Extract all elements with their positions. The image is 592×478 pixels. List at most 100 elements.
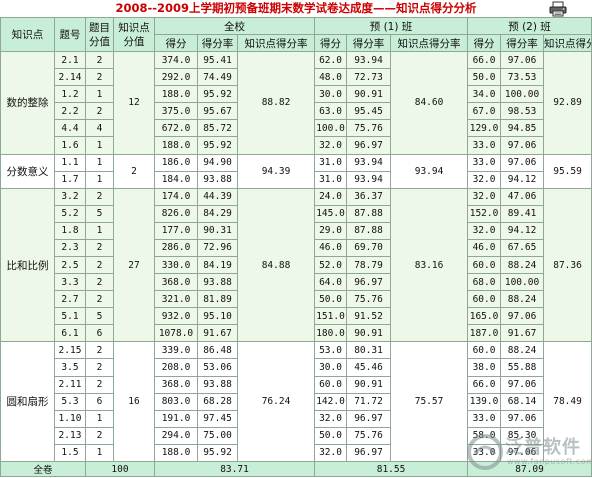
class2-score: 187.0 [467,324,502,343]
school-rate: 53.06 [197,358,238,377]
topic-score: 27 [113,187,155,343]
total-label: 全卷 [0,461,86,477]
school-rate: 44.39 [197,187,238,206]
header-class-1: 预 (1) 班 [314,17,469,35]
class1-rate: 93.94 [346,153,392,172]
school-rate: 93.88 [197,375,238,394]
header-question-number: 题号 [54,17,86,52]
class1-rate: 87.88 [346,221,392,240]
header-class2-score: 得分 [467,34,502,52]
class1-score: 50.0 [314,426,348,445]
class2-topic-rate: 87.36 [543,187,592,343]
class1-rate: 95.45 [346,102,392,121]
class1-rate: 71.72 [346,392,392,411]
header-class1-score: 得分 [314,34,348,52]
question-score: 2 [85,50,114,70]
class2-score: 46.0 [467,238,502,257]
school-score: 1078.0 [154,324,198,343]
header-question-score: 题目 分值 [85,17,114,52]
header-class-2: 预 (2) 班 [467,17,592,35]
class2-score: 139.0 [467,392,502,411]
printer-icon[interactable] [548,1,568,17]
school-score: 188.0 [154,85,198,104]
school-rate: 93.88 [197,273,238,292]
school-rate: 97.45 [197,409,238,428]
class2-rate: 94.12 [500,221,545,240]
school-score: 208.0 [154,358,198,377]
question-score: 2 [85,426,114,445]
question-score: 2 [85,375,114,394]
school-rate: 75.00 [197,426,238,445]
class2-rate: 97.06 [500,307,545,326]
class2-rate: 94.85 [500,119,545,138]
class1-score: 100.0 [314,119,348,138]
school-score: 330.0 [154,255,198,275]
question-number: 2.5 [54,255,86,275]
header-class2-rate: 得分率 [500,34,545,52]
question-score: 1 [85,443,114,463]
class1-rate: 96.97 [346,273,392,292]
question-score: 1 [85,136,114,155]
total-class1-rate: 81.55 [314,461,469,477]
school-rate: 95.92 [197,85,238,104]
class2-rate: 97.06 [500,50,545,70]
question-number: 1.1 [54,153,86,172]
class1-score: 52.0 [314,255,348,275]
question-score: 6 [85,392,114,411]
class1-rate: 45.46 [346,358,392,377]
school-topic-rate: 94.39 [236,153,316,189]
school-score: 191.0 [154,409,198,428]
table-row: 分数意义 1.1 1 2 186.0 94.90 94.39 31.0 93.94 93.94 33… [0,153,592,189]
class2-rate: 97.06 [500,136,545,155]
class2-score: 38.0 [467,358,502,377]
topic-name: 比和比例 [0,187,55,343]
class1-rate: 90.91 [346,324,392,343]
class2-score: 67.0 [467,102,502,121]
question-score: 2 [85,273,114,292]
question-number: 1.7 [54,170,86,189]
topic-name: 分数意义 [0,153,55,189]
class1-rate: 72.73 [346,68,392,87]
school-rate: 93.88 [197,170,238,189]
school-topic-rate: 76.24 [236,341,316,462]
topic-group: 比和比例 3.2 2 27 174.0 44.39 84.88 24.0 36.37 83.16 3… [0,187,592,343]
school-rate: 85.72 [197,119,238,138]
header-school-rate: 得分率 [197,34,238,52]
table-row: 比和比例 3.2 2 27 174.0 44.39 84.88 24.0 36.37 83.16 3… [0,187,592,343]
question-number: 2.3 [54,238,86,257]
class2-score: 33.0 [467,409,502,428]
class2-rate: 55.88 [500,358,545,377]
school-rate: 72.96 [197,238,238,257]
class1-rate: 78.79 [346,255,392,275]
class2-rate: 89.41 [500,204,545,223]
question-score: 1 [85,153,114,172]
class1-rate: 75.76 [346,119,392,138]
class1-rate: 96.97 [346,409,392,428]
question-number: 1.5 [54,443,86,463]
class2-rate: 98.53 [500,102,545,121]
class2-score: 32.0 [467,170,502,189]
class2-rate: 97.06 [500,153,545,172]
class2-score: 66.0 [467,375,502,394]
table-row: 圆和扇形 2.15 2 16 339.0 86.48 76.24 53.0 80.31 75.57… [0,341,592,462]
question-number: 2.7 [54,290,86,309]
header-class2-topic-rate: 知识点得分率 [543,34,592,52]
question-score: 1 [85,221,114,240]
class2-score: 129.0 [467,119,502,138]
topic-name: 数的整除 [0,51,55,155]
class2-score: 34.0 [467,85,502,104]
school-score: 286.0 [154,238,198,257]
class1-rate: 75.76 [346,426,392,445]
question-number: 4.4 [54,119,86,138]
question-number: 5.2 [54,204,86,223]
school-score: 186.0 [154,153,198,172]
school-rate: 94.90 [197,153,238,172]
class1-rate: 87.88 [346,204,392,223]
school-score: 174.0 [154,187,198,206]
class2-topic-rate: 78.49 [543,341,592,462]
school-rate: 95.92 [197,136,238,155]
question-number: 2.11 [54,375,86,394]
class2-score: 33.0 [467,443,502,463]
class1-score: 53.0 [314,341,348,360]
question-number: 3.3 [54,273,86,292]
